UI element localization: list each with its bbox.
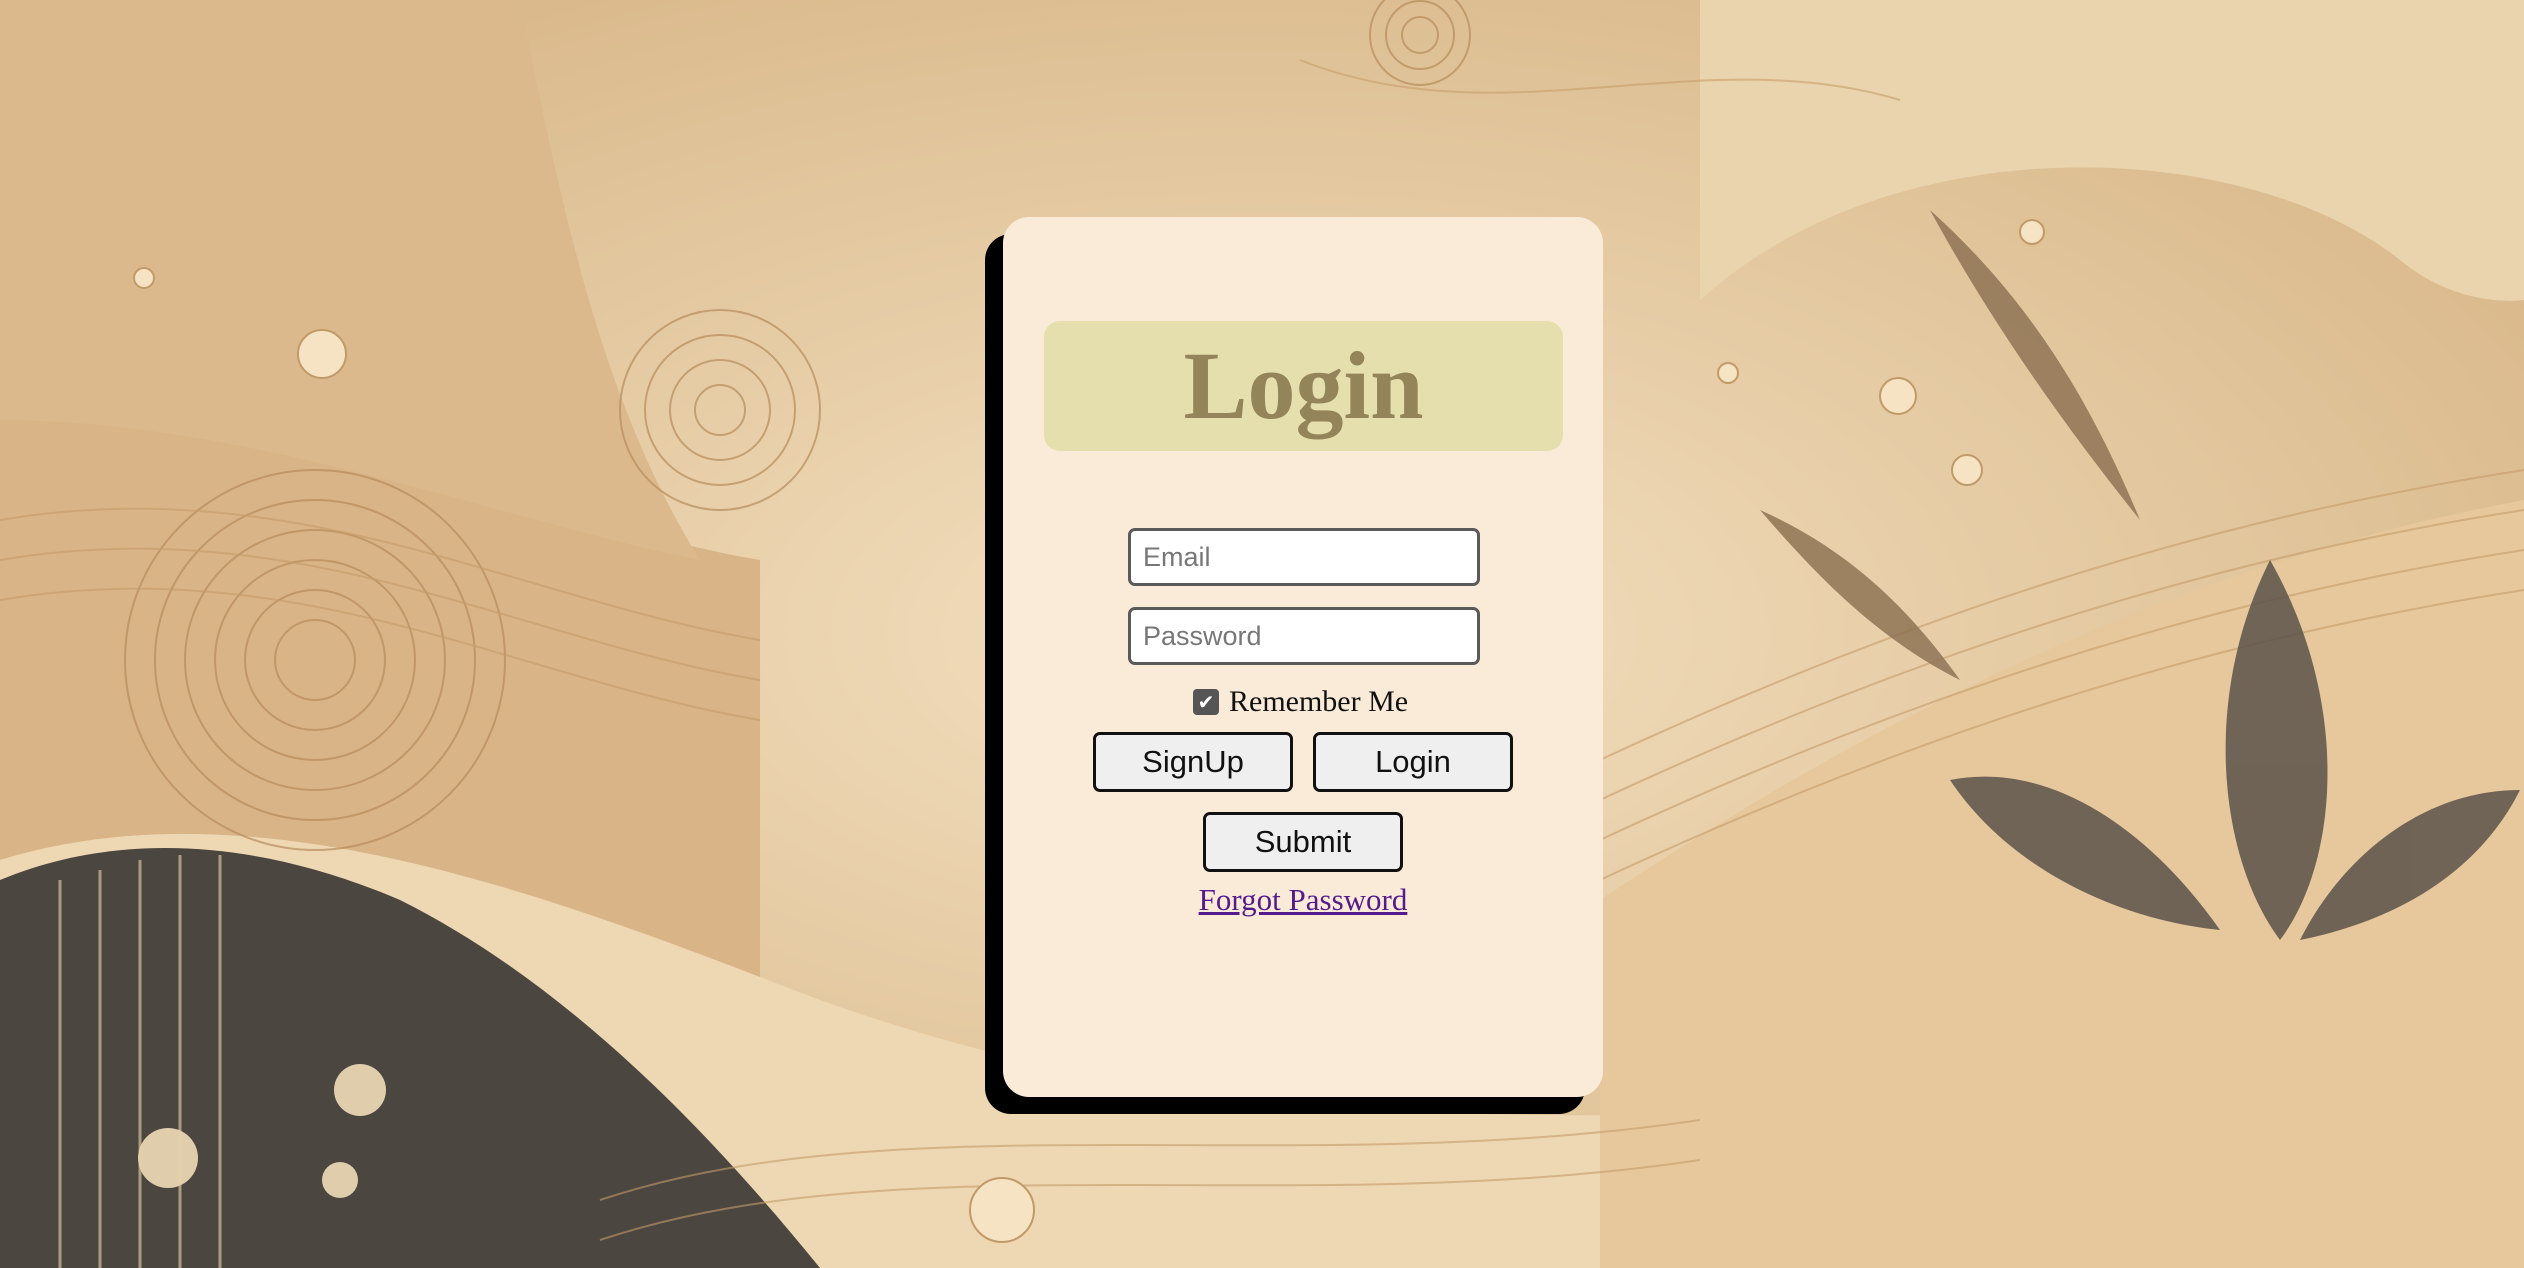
login-card: Login ✔ Remember Me SignUp Login Submit … xyxy=(1003,217,1603,1097)
checkmark-icon: ✔ xyxy=(1197,690,1215,714)
submit-button[interactable]: Submit xyxy=(1203,812,1403,872)
login-title: Login xyxy=(1183,332,1424,439)
login-button[interactable]: Login xyxy=(1313,732,1513,792)
remember-me-checkbox[interactable]: ✔ xyxy=(1193,689,1219,715)
password-field[interactable] xyxy=(1128,607,1480,665)
remember-me[interactable]: ✔ Remember Me xyxy=(1193,684,1408,720)
email-field[interactable] xyxy=(1128,528,1480,586)
login-title-box: Login xyxy=(1044,321,1563,451)
forgot-password-link[interactable]: Forgot Password xyxy=(1003,882,1603,918)
remember-me-label: Remember Me xyxy=(1229,685,1409,718)
signup-button[interactable]: SignUp xyxy=(1093,732,1293,792)
